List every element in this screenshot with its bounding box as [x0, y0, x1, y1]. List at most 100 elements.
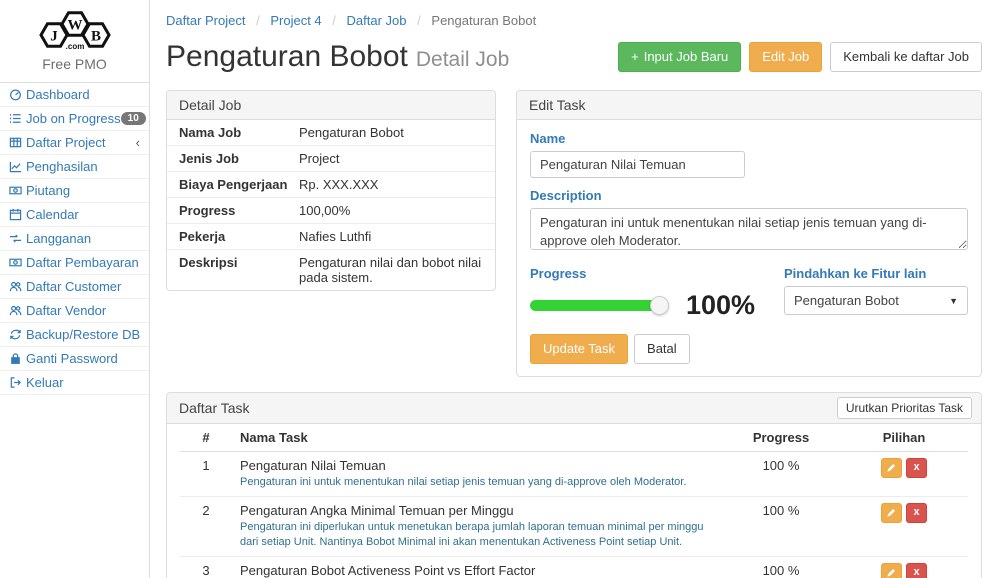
sidebar-item-langganan[interactable]: Langganan	[0, 227, 149, 251]
sidebar-item-calendar[interactable]: Calendar	[0, 203, 149, 227]
detail-value: Project	[299, 151, 339, 166]
page-title-text: Pengaturan Bobot	[166, 40, 408, 73]
detail-row-progress: Progress 100,00%	[167, 198, 495, 224]
sign-out-icon	[9, 376, 26, 389]
detail-row-nama-job: Nama Job Pengaturan Bobot	[167, 120, 495, 146]
edit-task-icon-button[interactable]	[881, 563, 902, 578]
batal-button[interactable]: Batal	[634, 334, 690, 364]
job-count-badge: 10	[121, 112, 146, 125]
task-name-cell: Pengaturan Bobot Activeness Point vs Eff…	[232, 556, 722, 578]
sidebar-item-label: Calendar	[26, 207, 79, 222]
sidebar-item-label: Daftar Pembayaran	[26, 255, 139, 270]
logo-com-text: .com	[65, 42, 84, 51]
table-icon	[9, 136, 26, 149]
task-actions: x	[840, 556, 968, 578]
sidebar-item-label: Dashboard	[26, 87, 90, 102]
task-name-input[interactable]	[530, 151, 745, 178]
money-icon	[9, 256, 26, 269]
detail-label: Biaya Pengerjaan	[179, 177, 299, 192]
sidebar-item-dashboard[interactable]: Dashboard	[0, 83, 149, 107]
line-chart-icon	[9, 160, 26, 173]
delete-task-icon-button[interactable]: x	[906, 458, 927, 478]
money-icon	[9, 184, 26, 197]
detail-value: Rp. XXX.XXX	[299, 177, 378, 192]
sidebar-item-label: Piutang	[26, 183, 70, 198]
sidebar-item-penghasilan[interactable]: Penghasilan	[0, 155, 149, 179]
task-table: # Nama Task Progress Pilihan 1 Pengatura…	[180, 424, 968, 578]
panels-row: Detail Job Nama Job Pengaturan Bobot Jen…	[166, 90, 982, 377]
detail-job-table: Nama Job Pengaturan Bobot Jenis Job Proj…	[167, 120, 495, 290]
input-job-baru-button[interactable]: + Input Job Baru	[618, 42, 741, 72]
description-label: Description	[530, 188, 968, 203]
task-name: Pengaturan Nilai Temuan	[240, 458, 714, 473]
sidebar-item-label: Keluar	[26, 375, 64, 390]
main-content: Daftar Project / Project 4 / Daftar Job …	[150, 0, 1000, 578]
daftar-task-panel-heading: Daftar Task Urutkan Prioritas Task	[167, 393, 981, 424]
slider-handle[interactable]	[650, 296, 669, 315]
page-title: Pengaturan Bobot Detail Job	[166, 40, 509, 74]
sidebar: W J B .com Free PMO Dashboard Job on Pro…	[0, 0, 150, 578]
delete-task-icon-button[interactable]: x	[906, 563, 927, 578]
daftar-task-title: Daftar Task	[179, 400, 250, 416]
description-group: Description Pengaturan ini untuk menentu…	[530, 188, 968, 255]
sidebar-item-ganti-password[interactable]: Ganti Password	[0, 347, 149, 371]
table-row: 1 Pengaturan Nilai Temuan Pengaturan ini…	[180, 451, 968, 496]
sidebar-item-daftar-customer[interactable]: Daftar Customer	[0, 275, 149, 299]
sidebar-item-backup-restore[interactable]: Backup/Restore DB	[0, 323, 149, 347]
sidebar-item-daftar-vendor[interactable]: Daftar Vendor	[0, 299, 149, 323]
progress-slider[interactable]	[530, 300, 660, 311]
users-icon	[9, 304, 26, 317]
update-task-button[interactable]: Update Task	[530, 334, 628, 364]
task-description-textarea[interactable]: Pengaturan ini untuk menentukan nilai se…	[530, 208, 968, 250]
breadcrumb-separator: /	[256, 13, 260, 28]
breadcrumb: Daftar Project / Project 4 / Daftar Job …	[166, 13, 982, 28]
sidebar-item-label: Daftar Project	[26, 135, 105, 150]
sidebar-item-piutang[interactable]: Piutang	[0, 179, 149, 203]
input-job-baru-label: Input Job Baru	[644, 49, 729, 65]
tasks-icon	[9, 112, 26, 125]
edit-task-icon-button[interactable]	[881, 503, 902, 523]
daftar-task-panel: Daftar Task Urutkan Prioritas Task # Nam…	[166, 392, 982, 578]
page-subtitle: Detail Job	[416, 48, 509, 71]
sidebar-item-keluar[interactable]: Keluar	[0, 371, 149, 395]
sidebar-item-job-on-progress[interactable]: Job on Progress 10	[0, 107, 149, 131]
detail-value: Nafies Luthfi	[299, 229, 371, 244]
breadcrumb-separator: /	[417, 13, 421, 28]
logo-block: W J B .com Free PMO	[0, 0, 149, 83]
column-header-pilihan: Pilihan	[840, 424, 968, 452]
task-name-cell: Pengaturan Angka Minimal Temuan per Ming…	[232, 496, 722, 556]
task-table-wrap: # Nama Task Progress Pilihan 1 Pengatura…	[167, 424, 981, 578]
move-to-feature-select[interactable]: Pengaturan Bobot ▼	[784, 286, 968, 315]
app-window: W J B .com Free PMO Dashboard Job on Pro…	[0, 0, 1000, 578]
breadcrumb-link-project-4[interactable]: Project 4	[270, 13, 321, 28]
kembali-ke-daftar-job-button[interactable]: Kembali ke daftar Job	[830, 42, 982, 72]
breadcrumb-link-daftar-project[interactable]: Daftar Project	[166, 13, 245, 28]
breadcrumb-link-daftar-job[interactable]: Daftar Job	[347, 13, 407, 28]
users-icon	[9, 280, 26, 293]
move-col: Pindahkan ke Fitur lain Pengaturan Bobot…	[772, 266, 968, 321]
delete-task-icon-button[interactable]: x	[906, 503, 927, 523]
column-header-num: #	[180, 424, 232, 452]
detail-value: Pengaturan Bobot	[299, 125, 404, 140]
column-header-nama-task: Nama Task	[232, 424, 722, 452]
edit-task-form: Name Description Pengaturan ini untuk me…	[517, 120, 981, 376]
edit-task-panel: Edit Task Name Description Pengaturan in…	[516, 90, 982, 377]
edit-task-icon-button[interactable]	[881, 458, 902, 478]
task-name: Pengaturan Bobot Activeness Point vs Eff…	[240, 563, 714, 578]
detail-row-pekerja: Pekerja Nafies Luthfi	[167, 224, 495, 250]
retweet-icon	[9, 232, 26, 245]
edit-job-button[interactable]: Edit Job	[749, 42, 822, 72]
sidebar-item-daftar-pembayaran[interactable]: Daftar Pembayaran	[0, 251, 149, 275]
breadcrumb-separator: /	[332, 13, 336, 28]
title-row: Pengaturan Bobot Detail Job + Input Job B…	[166, 40, 982, 74]
detail-row-deskripsi: Deskripsi Pengaturan nilai dan bobot nil…	[167, 250, 495, 290]
sidebar-item-label: Backup/Restore DB	[26, 327, 140, 342]
detail-row-biaya: Biaya Pengerjaan Rp. XXX.XXX	[167, 172, 495, 198]
task-progress: 100 %	[722, 556, 840, 578]
refresh-icon	[9, 328, 26, 341]
task-name-cell: Pengaturan Nilai Temuan Pengaturan ini u…	[232, 451, 722, 496]
urutkan-prioritas-task-button-top[interactable]: Urutkan Prioritas Task	[837, 397, 972, 419]
task-name: Pengaturan Angka Minimal Temuan per Ming…	[240, 503, 714, 518]
detail-label: Pekerja	[179, 229, 299, 244]
sidebar-item-daftar-project[interactable]: Daftar Project ‹	[0, 131, 149, 155]
